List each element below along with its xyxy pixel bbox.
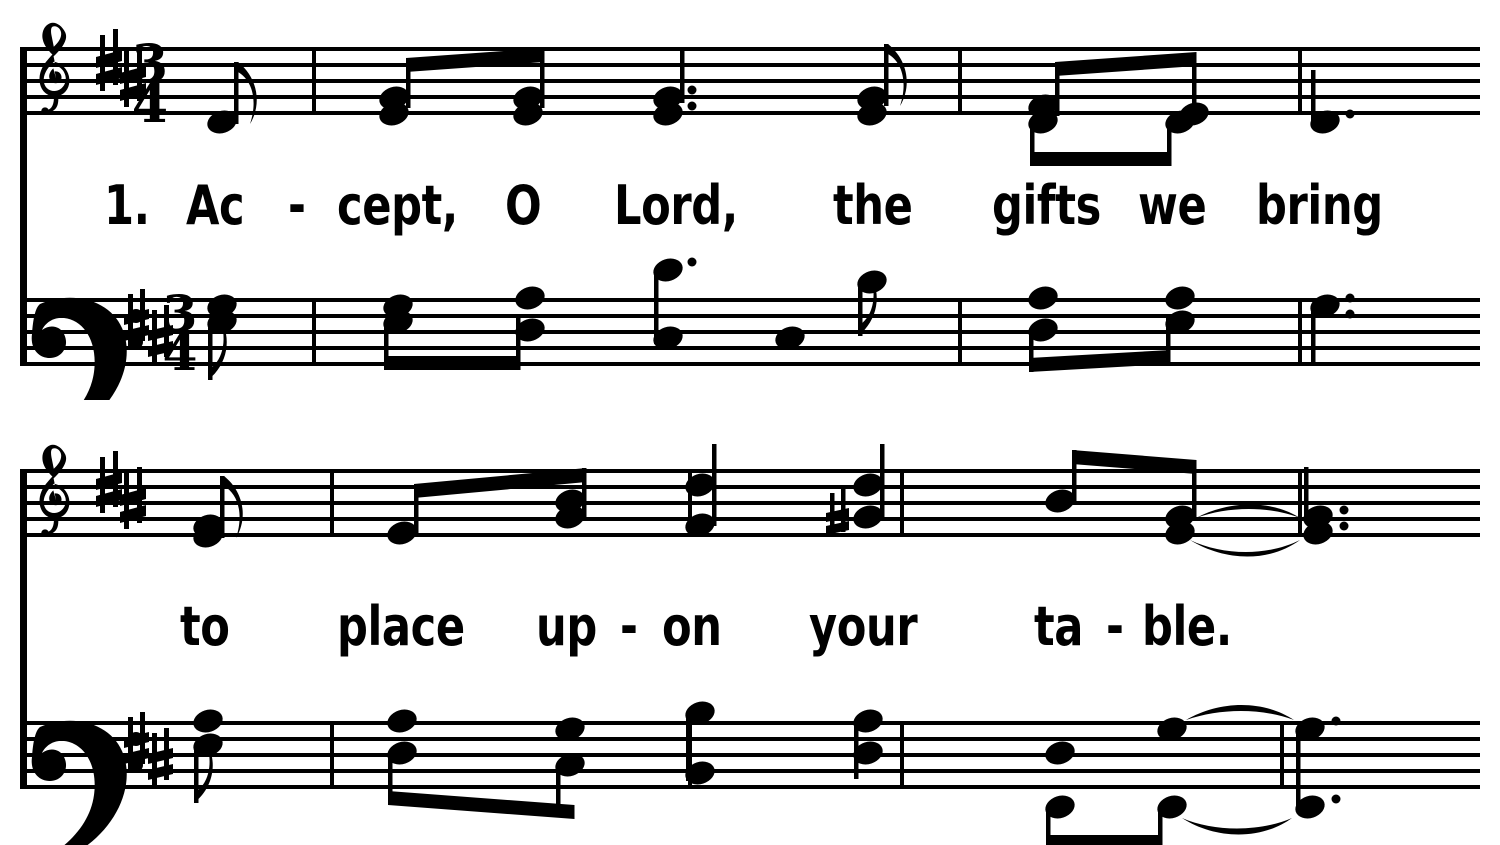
- barline-2-4-bass: [1280, 721, 1284, 789]
- note-group-b1-m1: [207, 294, 237, 380]
- note-group-t1-m1: [207, 62, 257, 134]
- sheet-music-page: 3 4 3 4 1. Ac - cept, O Lord, the gifts …: [0, 0, 1500, 845]
- lyric-syllable: on: [662, 595, 722, 658]
- lyric-syllable: O: [505, 174, 542, 237]
- treble-clef-icon: [39, 444, 70, 538]
- barline-2-3-bass: [900, 721, 904, 789]
- barline-2-1: [330, 469, 334, 537]
- svg-text:4: 4: [163, 323, 198, 382]
- note-group-b1-m4: [1028, 286, 1195, 372]
- barline-2-4: [1298, 469, 1302, 537]
- barline-1-2: [958, 47, 962, 115]
- bass-staff-lines-2: [20, 721, 1480, 789]
- lyric-syllable: ble.: [1142, 595, 1232, 658]
- tie: [1190, 540, 1300, 557]
- lyric-syllable: the: [833, 174, 913, 237]
- lyrics-line-2: to place up - on your ta - ble.: [0, 597, 1500, 667]
- lyric-hyphen: -: [1106, 595, 1124, 658]
- lyric-syllable: ta: [1034, 595, 1084, 658]
- barline-2-2: [688, 469, 692, 537]
- tie: [1196, 504, 1300, 518]
- lyric-hyphen: -: [288, 174, 306, 237]
- treble-clef-icon: [39, 22, 70, 116]
- note-group-t1-m4: [1028, 52, 1209, 166]
- barline-2-1-bass: [330, 721, 334, 789]
- note-group-b2-m4: [853, 709, 883, 779]
- tie: [1182, 818, 1292, 835]
- barline-1-1: [312, 47, 316, 115]
- sharp-accidental-icon: [826, 488, 849, 537]
- barline-1-3: [1298, 47, 1302, 115]
- note-group-b2-m6: [1295, 716, 1341, 819]
- lyric-syllable: to: [180, 595, 230, 658]
- lyric-syllable: Ac: [186, 174, 245, 237]
- lyric-syllable: 1.: [104, 174, 150, 237]
- lyrics-line-1: 1. Ac - cept, O Lord, the gifts we bring: [0, 176, 1500, 246]
- barline-1-2-bass: [958, 298, 962, 366]
- music-system-1: 3 4 3 4 1. Ac - cept, O Lord, the gifts …: [0, 0, 1500, 400]
- barline-2-2-bass: [688, 721, 692, 789]
- lyric-syllable: place: [337, 595, 465, 658]
- barline-1-1-bass: [312, 298, 316, 366]
- note-group-t2-m3: [685, 444, 717, 537]
- barline-2-3: [900, 469, 904, 537]
- lyric-syllable: up: [536, 595, 597, 658]
- lyric-syllable: Lord,: [614, 174, 738, 237]
- lyric-syllable: your: [809, 595, 918, 658]
- bass-staff-lines-1: [20, 298, 1480, 366]
- note-group-b2-m3: [685, 701, 715, 785]
- lyric-syllable: cept,: [337, 174, 458, 237]
- music-system-2: to place up - on your ta - ble.: [0, 422, 1500, 845]
- lyric-syllable: gifts: [992, 174, 1101, 237]
- note-group-b1-m2: [383, 286, 545, 370]
- lyric-syllable: we: [1138, 174, 1207, 237]
- note-group-t1-m2: [379, 48, 545, 126]
- barline-1-3-bass: [1298, 298, 1302, 366]
- time-signature-treble-1: 3 4: [132, 34, 168, 135]
- time-signature-bass-1: 3 4: [163, 284, 198, 382]
- tie: [1186, 705, 1294, 720]
- lyric-syllable: bring: [1256, 174, 1383, 237]
- note-group-b1-m5: [1310, 293, 1355, 362]
- note-group-t2-m4: [826, 444, 885, 537]
- lyric-hyphen: -: [620, 595, 638, 658]
- svg-text:4: 4: [132, 74, 168, 135]
- note-group-b2-m5: [1045, 705, 1294, 845]
- note-group-b1-m3: [653, 257, 887, 350]
- note-group-t1-m3: [653, 44, 907, 126]
- treble-staff-lines-1: [20, 47, 1480, 115]
